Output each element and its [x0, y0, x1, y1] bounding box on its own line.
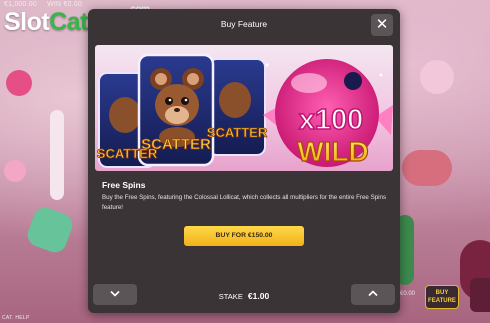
stake-controls: STAKE €1.00	[88, 279, 400, 313]
feature-title: Free Spins	[102, 180, 146, 190]
win-value: WIN €0.00	[47, 1, 82, 8]
chevron-up-icon	[368, 290, 378, 297]
side-feature-label: FEATURE	[428, 298, 456, 304]
candy-decoration	[24, 204, 76, 256]
logo-slot-text: Slot	[4, 8, 50, 36]
candy-decoration	[4, 160, 26, 182]
side-buy-label: BUY	[435, 290, 449, 296]
feature-description: Buy the Free Spins, featuring the Coloss…	[102, 194, 387, 211]
candy-decoration	[420, 60, 454, 94]
side-value: €0.00	[400, 291, 416, 297]
close-button[interactable]: ✕	[371, 14, 393, 36]
close-icon: ✕	[375, 16, 389, 33]
candy-decoration	[6, 70, 32, 96]
scatter-label-back-right: SCATTER	[207, 125, 268, 140]
modal-title: Buy Feature	[220, 19, 268, 29]
scatter-label-front: SCATTER	[141, 136, 211, 153]
credit-value: €1,000.00	[4, 1, 37, 8]
scatter-symbol-back-right	[208, 58, 266, 156]
balance-bar: €1,000.00 WIN €0.00	[4, 1, 90, 8]
buy-feature-modal: Buy Feature ✕ SCATTER SCATTER SCATTER x1…	[88, 9, 400, 313]
stake-value: €1.00	[247, 291, 270, 301]
spin-button[interactable]	[470, 278, 490, 312]
candy-decoration	[50, 110, 64, 200]
multiplier-label: x100	[299, 104, 364, 136]
side-buy-feature-button[interactable]: BUY FEATURE	[425, 285, 459, 309]
bottom-left-menu[interactable]: CAT. HELP	[2, 315, 30, 321]
feature-banner-image: SCATTER SCATTER SCATTER x100 WILD	[95, 45, 393, 171]
candy-decoration	[402, 150, 452, 186]
feature-banner-art: SCATTER SCATTER SCATTER x100 WILD	[96, 53, 393, 168]
stake-label: STAKE	[218, 292, 243, 301]
buy-feature-button[interactable]: BUY FOR €150.00	[184, 226, 304, 246]
wild-label: WILD	[297, 136, 369, 167]
increase-stake-button[interactable]	[351, 284, 395, 305]
